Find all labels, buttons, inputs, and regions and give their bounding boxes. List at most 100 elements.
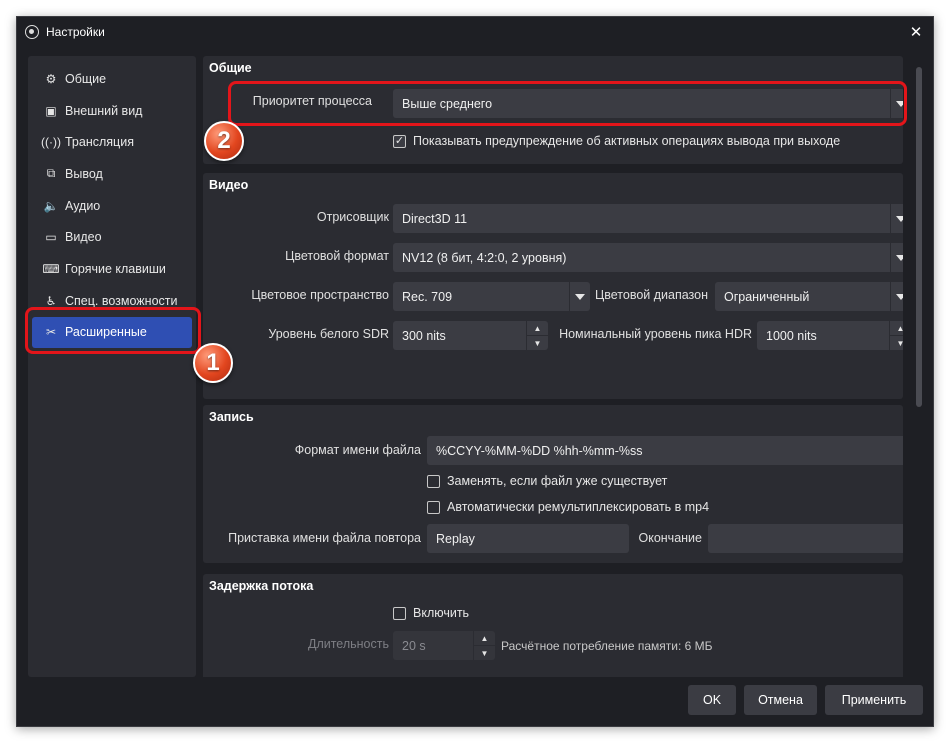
chevron-up-icon[interactable]: ▲ [890, 321, 903, 335]
chevron-down-icon [890, 243, 903, 272]
title-bar: Настройки ✕ [17, 17, 933, 47]
sidebar-item-label: Внешний вид [65, 103, 143, 118]
chevron-down-icon [890, 282, 903, 311]
checkbox-label: Показывать предупреждение об активных оп… [413, 134, 841, 148]
step-badge-2: 2 [204, 121, 244, 161]
hdr-peak-level-label: Номинальный уровень пика HDR [559, 327, 752, 341]
close-icon[interactable]: ✕ [905, 21, 927, 43]
overwrite-if-exists-checkbox[interactable]: Заменять, если файл уже существует [427, 474, 667, 488]
sidebar-item-accessibility[interactable]: ♿ Спец. возможности [32, 285, 192, 317]
replay-prefix-input[interactable]: Replay [427, 524, 629, 553]
color-format-value: NV12 (8 бит, 4:2:0, 2 уровня) [402, 250, 567, 265]
sidebar-item-label: Общие [65, 71, 107, 86]
checkbox-unchecked-icon [427, 474, 440, 488]
section-stream-delay: Задержка потока Включить Длительность 20… [203, 574, 903, 677]
settings-content: Общие Приоритет процесса Выше среднего ✓… [203, 56, 903, 677]
color-format-select[interactable]: NV12 (8 бит, 4:2:0, 2 уровня) [393, 243, 903, 272]
process-priority-label: Приоритет процесса [252, 94, 372, 108]
checkbox-label: Автоматически ремультиплексировать в mp4 [447, 500, 710, 514]
renderer-value: Direct3D 11 [402, 211, 468, 226]
section-general: Общие Приоритет процесса Выше среднего ✓… [203, 56, 903, 164]
monitor-icon: ▭ [45, 230, 57, 245]
settings-window: Настройки ✕ ⚙ Общие ▣ Внешний вид ((·)) … [16, 16, 934, 727]
settings-sidebar: ⚙ Общие ▣ Внешний вид ((·)) Трансляция ⧉… [28, 56, 196, 677]
sidebar-item-audio[interactable]: 🔈 Аудио [32, 190, 192, 222]
spin-arrows: ▲ ▼ [473, 631, 495, 660]
checkbox-unchecked-icon [393, 606, 406, 620]
color-space-select[interactable]: Rec. 709 [393, 282, 590, 311]
color-space-label: Цветовое пространство [251, 288, 389, 302]
memory-estimate-text: Расчётное потребление памяти: 6 МБ [501, 639, 713, 653]
suffix-label: Окончание [638, 531, 703, 545]
renderer-select[interactable]: Direct3D 11 [393, 204, 903, 233]
section-title: Задержка потока [209, 579, 314, 593]
chevron-down-icon [890, 89, 903, 118]
keyboard-icon: ⌨ [42, 261, 60, 276]
warn-active-outputs-checkbox[interactable]: ✓ Показывать предупреждение об активных … [393, 134, 840, 148]
sidebar-item-output[interactable]: ⧉ Вывод [32, 158, 192, 190]
renderer-label: Отрисовщик [316, 210, 389, 224]
color-range-select[interactable]: Ограниченный [715, 282, 903, 311]
sidebar-item-label: Горячие клавиши [65, 261, 166, 276]
apply-button[interactable]: Применить [825, 685, 923, 715]
spin-arrows: ▲ ▼ [889, 321, 903, 350]
step-badge-1: 1 [193, 343, 233, 383]
sidebar-item-hotkeys[interactable]: ⌨ Горячие клавиши [32, 253, 192, 285]
section-title: Общие [209, 61, 252, 75]
window-title: Настройки [46, 25, 105, 39]
color-format-label: Цветовой формат [285, 249, 389, 263]
duration-value: 20 s [402, 638, 426, 653]
sdr-white-level-value: 300 nits [402, 328, 446, 343]
suffix-input[interactable] [708, 524, 903, 553]
chevron-down-icon [890, 204, 903, 233]
spin-arrows: ▲ ▼ [526, 321, 548, 350]
checkbox-label: Включить [413, 606, 470, 620]
chevron-up-icon[interactable]: ▲ [474, 631, 495, 645]
speaker-icon: 🔈 [43, 198, 59, 213]
process-priority-value: Выше среднего [402, 96, 493, 111]
replay-prefix-value: Replay [436, 531, 475, 546]
section-video: Видео Отрисовщик Direct3D 11 Цветовой фо… [203, 173, 903, 399]
sdr-white-level-label: Уровень белого SDR [268, 327, 389, 341]
checkbox-unchecked-icon [427, 500, 440, 514]
content-scrollbar[interactable] [916, 67, 922, 407]
broadcast-icon: ((·)) [41, 135, 61, 150]
chevron-down-icon[interactable]: ▼ [474, 645, 495, 660]
sidebar-item-appearance[interactable]: ▣ Внешний вид [32, 95, 192, 127]
stream-delay-enable-checkbox[interactable]: Включить [393, 606, 469, 620]
gear-icon: ⚙ [45, 71, 57, 86]
sidebar-item-label: Вывод [65, 166, 103, 181]
cancel-button[interactable]: Отмена [744, 685, 817, 715]
replay-prefix-label: Приставка имени файла повтора [228, 531, 421, 545]
section-title: Запись [209, 410, 254, 424]
hdr-peak-level-spinbox[interactable]: 1000 nits ▲ ▼ [757, 321, 903, 350]
appearance-icon: ▣ [45, 103, 57, 118]
auto-remux-checkbox[interactable]: Автоматически ремультиплексировать в mp4 [427, 500, 709, 514]
obs-logo-icon [25, 25, 39, 39]
filename-format-input[interactable]: %CCYY-%MM-%DD %hh-%mm-%ss [427, 436, 903, 465]
accessibility-icon: ♿ [45, 293, 57, 308]
sidebar-item-label: Трансляция [65, 135, 134, 150]
filename-format-label: Формат имени файла [294, 443, 421, 457]
sidebar-item-general[interactable]: ⚙ Общие [32, 63, 192, 95]
sidebar-item-video[interactable]: ▭ Видео [32, 221, 192, 253]
process-priority-select[interactable]: Выше среднего [393, 89, 903, 118]
hdr-peak-level-value: 1000 nits [766, 328, 817, 343]
color-range-label: Цветовой диапазон [595, 288, 708, 302]
chevron-down-icon[interactable]: ▼ [890, 335, 903, 350]
sidebar-item-stream[interactable]: ((·)) Трансляция [32, 126, 192, 158]
duration-spinbox[interactable]: 20 s ▲ ▼ [393, 631, 495, 660]
ok-button[interactable]: OK [688, 685, 736, 715]
duration-label: Длительность [307, 637, 389, 651]
checkbox-label: Заменять, если файл уже существует [447, 474, 668, 488]
color-space-value: Rec. 709 [402, 289, 453, 304]
chevron-down-icon[interactable]: ▼ [527, 335, 548, 350]
checkbox-checked-icon: ✓ [393, 134, 406, 148]
sidebar-item-label: Видео [65, 230, 102, 245]
tools-icon: ✂ [45, 325, 57, 340]
chevron-down-icon [569, 282, 590, 311]
sidebar-item-advanced[interactable]: ✂ Расширенные [32, 316, 192, 349]
sidebar-item-label: Аудио [65, 198, 101, 213]
sdr-white-level-spinbox[interactable]: 300 nits ▲ ▼ [393, 321, 548, 350]
chevron-up-icon[interactable]: ▲ [527, 321, 548, 335]
